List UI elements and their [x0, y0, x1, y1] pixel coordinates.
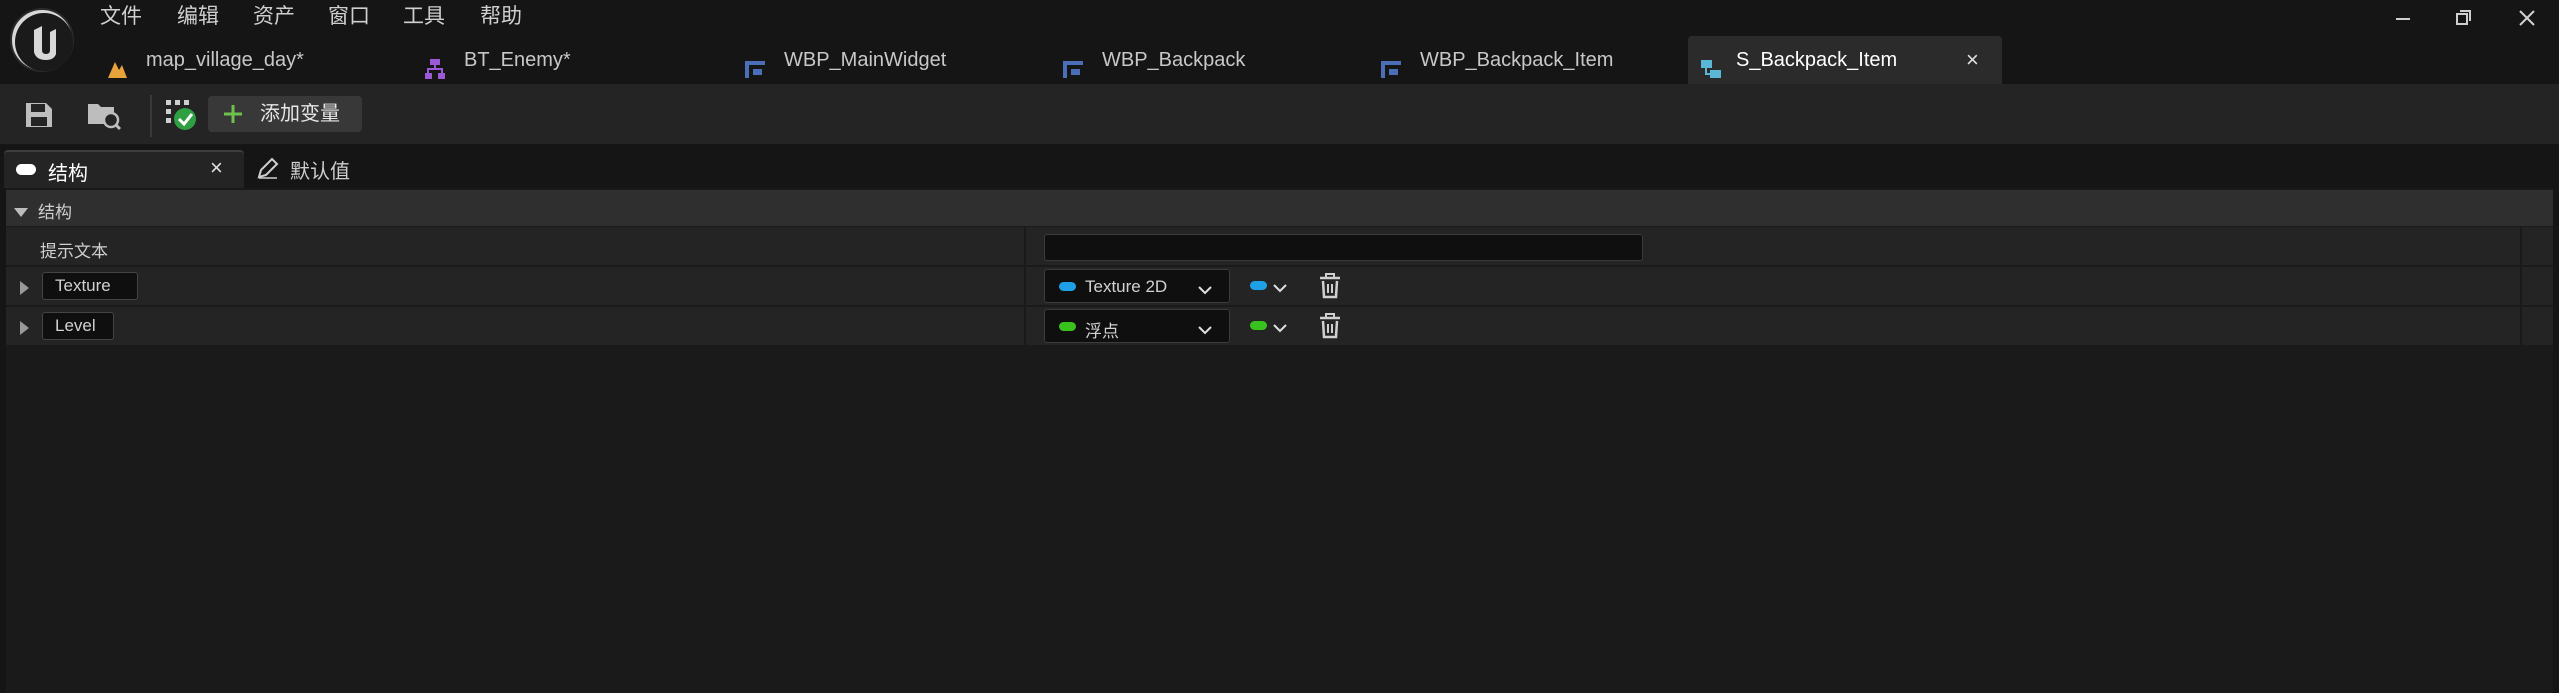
edit-pencil-icon: [256, 156, 280, 180]
column-divider: [1024, 267, 1026, 306]
tooltip-label: 提示文本: [40, 242, 108, 261]
delete-trash-icon[interactable]: [1318, 273, 1342, 299]
restore-icon[interactable]: [2443, 4, 2483, 32]
tab-close-icon[interactable]: ×: [1966, 36, 1979, 84]
tab-map-village-day[interactable]: map_village_day*: [106, 36, 406, 84]
menu-window[interactable]: 窗口: [328, 2, 370, 32]
category-header-structure[interactable]: 结构: [6, 190, 2553, 226]
tab-label: S_Backpack_Item: [1736, 49, 1898, 71]
close-window-icon[interactable]: [2507, 4, 2547, 32]
column-divider: [1024, 227, 1026, 266]
type-pill-icon: [1059, 282, 1076, 291]
behavior-tree-icon: [424, 50, 446, 79]
single-value-pill-icon: [1250, 281, 1267, 290]
menu-edit[interactable]: 编辑: [177, 2, 219, 32]
add-variable-button[interactable]: 添加变量: [208, 96, 362, 132]
chevron-down-icon: [1197, 281, 1213, 303]
member-name-field[interactable]: Level: [42, 312, 114, 340]
type-label: Texture 2D: [1085, 277, 1168, 296]
type-pill-icon: [1059, 322, 1076, 331]
minimize-icon[interactable]: [2383, 4, 2423, 32]
column-divider: [2520, 267, 2522, 306]
expand-arrow-icon[interactable]: [18, 279, 30, 295]
single-value-pill-icon: [1250, 321, 1267, 330]
tab-structure-label: 结构: [48, 163, 88, 185]
widget-blueprint-icon: [1380, 50, 1402, 78]
compile-status-icon[interactable]: [164, 98, 198, 132]
column-divider: [2520, 307, 2522, 346]
tab-label: WBP_Backpack_Item: [1420, 49, 1614, 71]
tab-wbp-backpack[interactable]: WBP_Backpack: [1062, 36, 1362, 84]
type-label: 浮点: [1085, 322, 1119, 341]
widget-blueprint-icon: [1062, 50, 1084, 78]
save-icon[interactable]: [22, 100, 56, 130]
unreal-logo-icon[interactable]: [10, 8, 74, 72]
member-row: Texture Texture 2D: [6, 266, 2553, 306]
tab-bt-enemy[interactable]: BT_Enemy*: [424, 36, 724, 84]
add-variable-label: 添加变量: [260, 103, 340, 125]
category-label: 结构: [38, 203, 72, 222]
tab-wbp-backpack-item[interactable]: WBP_Backpack_Item: [1380, 36, 1680, 84]
column-divider: [1024, 307, 1026, 346]
chevron-down-icon: [1197, 321, 1213, 343]
chevron-down-icon: [1272, 319, 1288, 341]
struct-pill-icon: [16, 164, 36, 175]
widget-blueprint-icon: [744, 50, 766, 78]
chevron-down-icon: [1272, 279, 1288, 301]
column-divider: [2520, 227, 2522, 266]
tab-s-backpack-item[interactable]: S_Backpack_Item ×: [1688, 36, 2002, 84]
tab-defaults[interactable]: 默认值: [256, 150, 416, 186]
delete-trash-icon[interactable]: [1318, 313, 1342, 339]
tab-label: WBP_Backpack: [1102, 49, 1246, 71]
container-type-dropdown[interactable]: [1250, 274, 1296, 298]
type-selector[interactable]: 浮点: [1044, 309, 1230, 343]
tooltip-text-input[interactable]: [1044, 234, 1643, 261]
menu-help[interactable]: 帮助: [480, 2, 522, 32]
struct-icon: [1700, 50, 1722, 78]
type-selector[interactable]: Texture 2D: [1044, 269, 1230, 303]
tab-label: BT_Enemy*: [464, 49, 571, 71]
tooltip-row: 提示文本: [6, 226, 2553, 266]
toolbar: [0, 84, 2559, 144]
tab-label: map_village_day*: [146, 49, 304, 71]
browse-asset-icon[interactable]: [86, 98, 122, 132]
plus-icon: [222, 96, 244, 132]
expand-arrow-icon[interactable]: [18, 319, 30, 335]
tab-structure[interactable]: 结构 ×: [4, 150, 244, 188]
tab-close-icon[interactable]: ×: [210, 155, 223, 181]
tab-wbp-mainwidget[interactable]: WBP_MainWidget: [744, 36, 1044, 84]
tab-defaults-label: 默认值: [290, 161, 350, 183]
tab-label: WBP_MainWidget: [784, 49, 947, 71]
level-icon: [106, 50, 128, 78]
menu-asset[interactable]: 资产: [253, 2, 295, 32]
menu-file[interactable]: 文件: [100, 2, 142, 32]
collapse-arrow-icon[interactable]: [14, 202, 28, 217]
container-type-dropdown[interactable]: [1250, 314, 1296, 338]
menu-tools[interactable]: 工具: [403, 2, 445, 32]
member-row: Level 浮点: [6, 306, 2553, 346]
toolbar-divider: [150, 95, 152, 137]
member-name-field[interactable]: Texture: [42, 272, 138, 300]
